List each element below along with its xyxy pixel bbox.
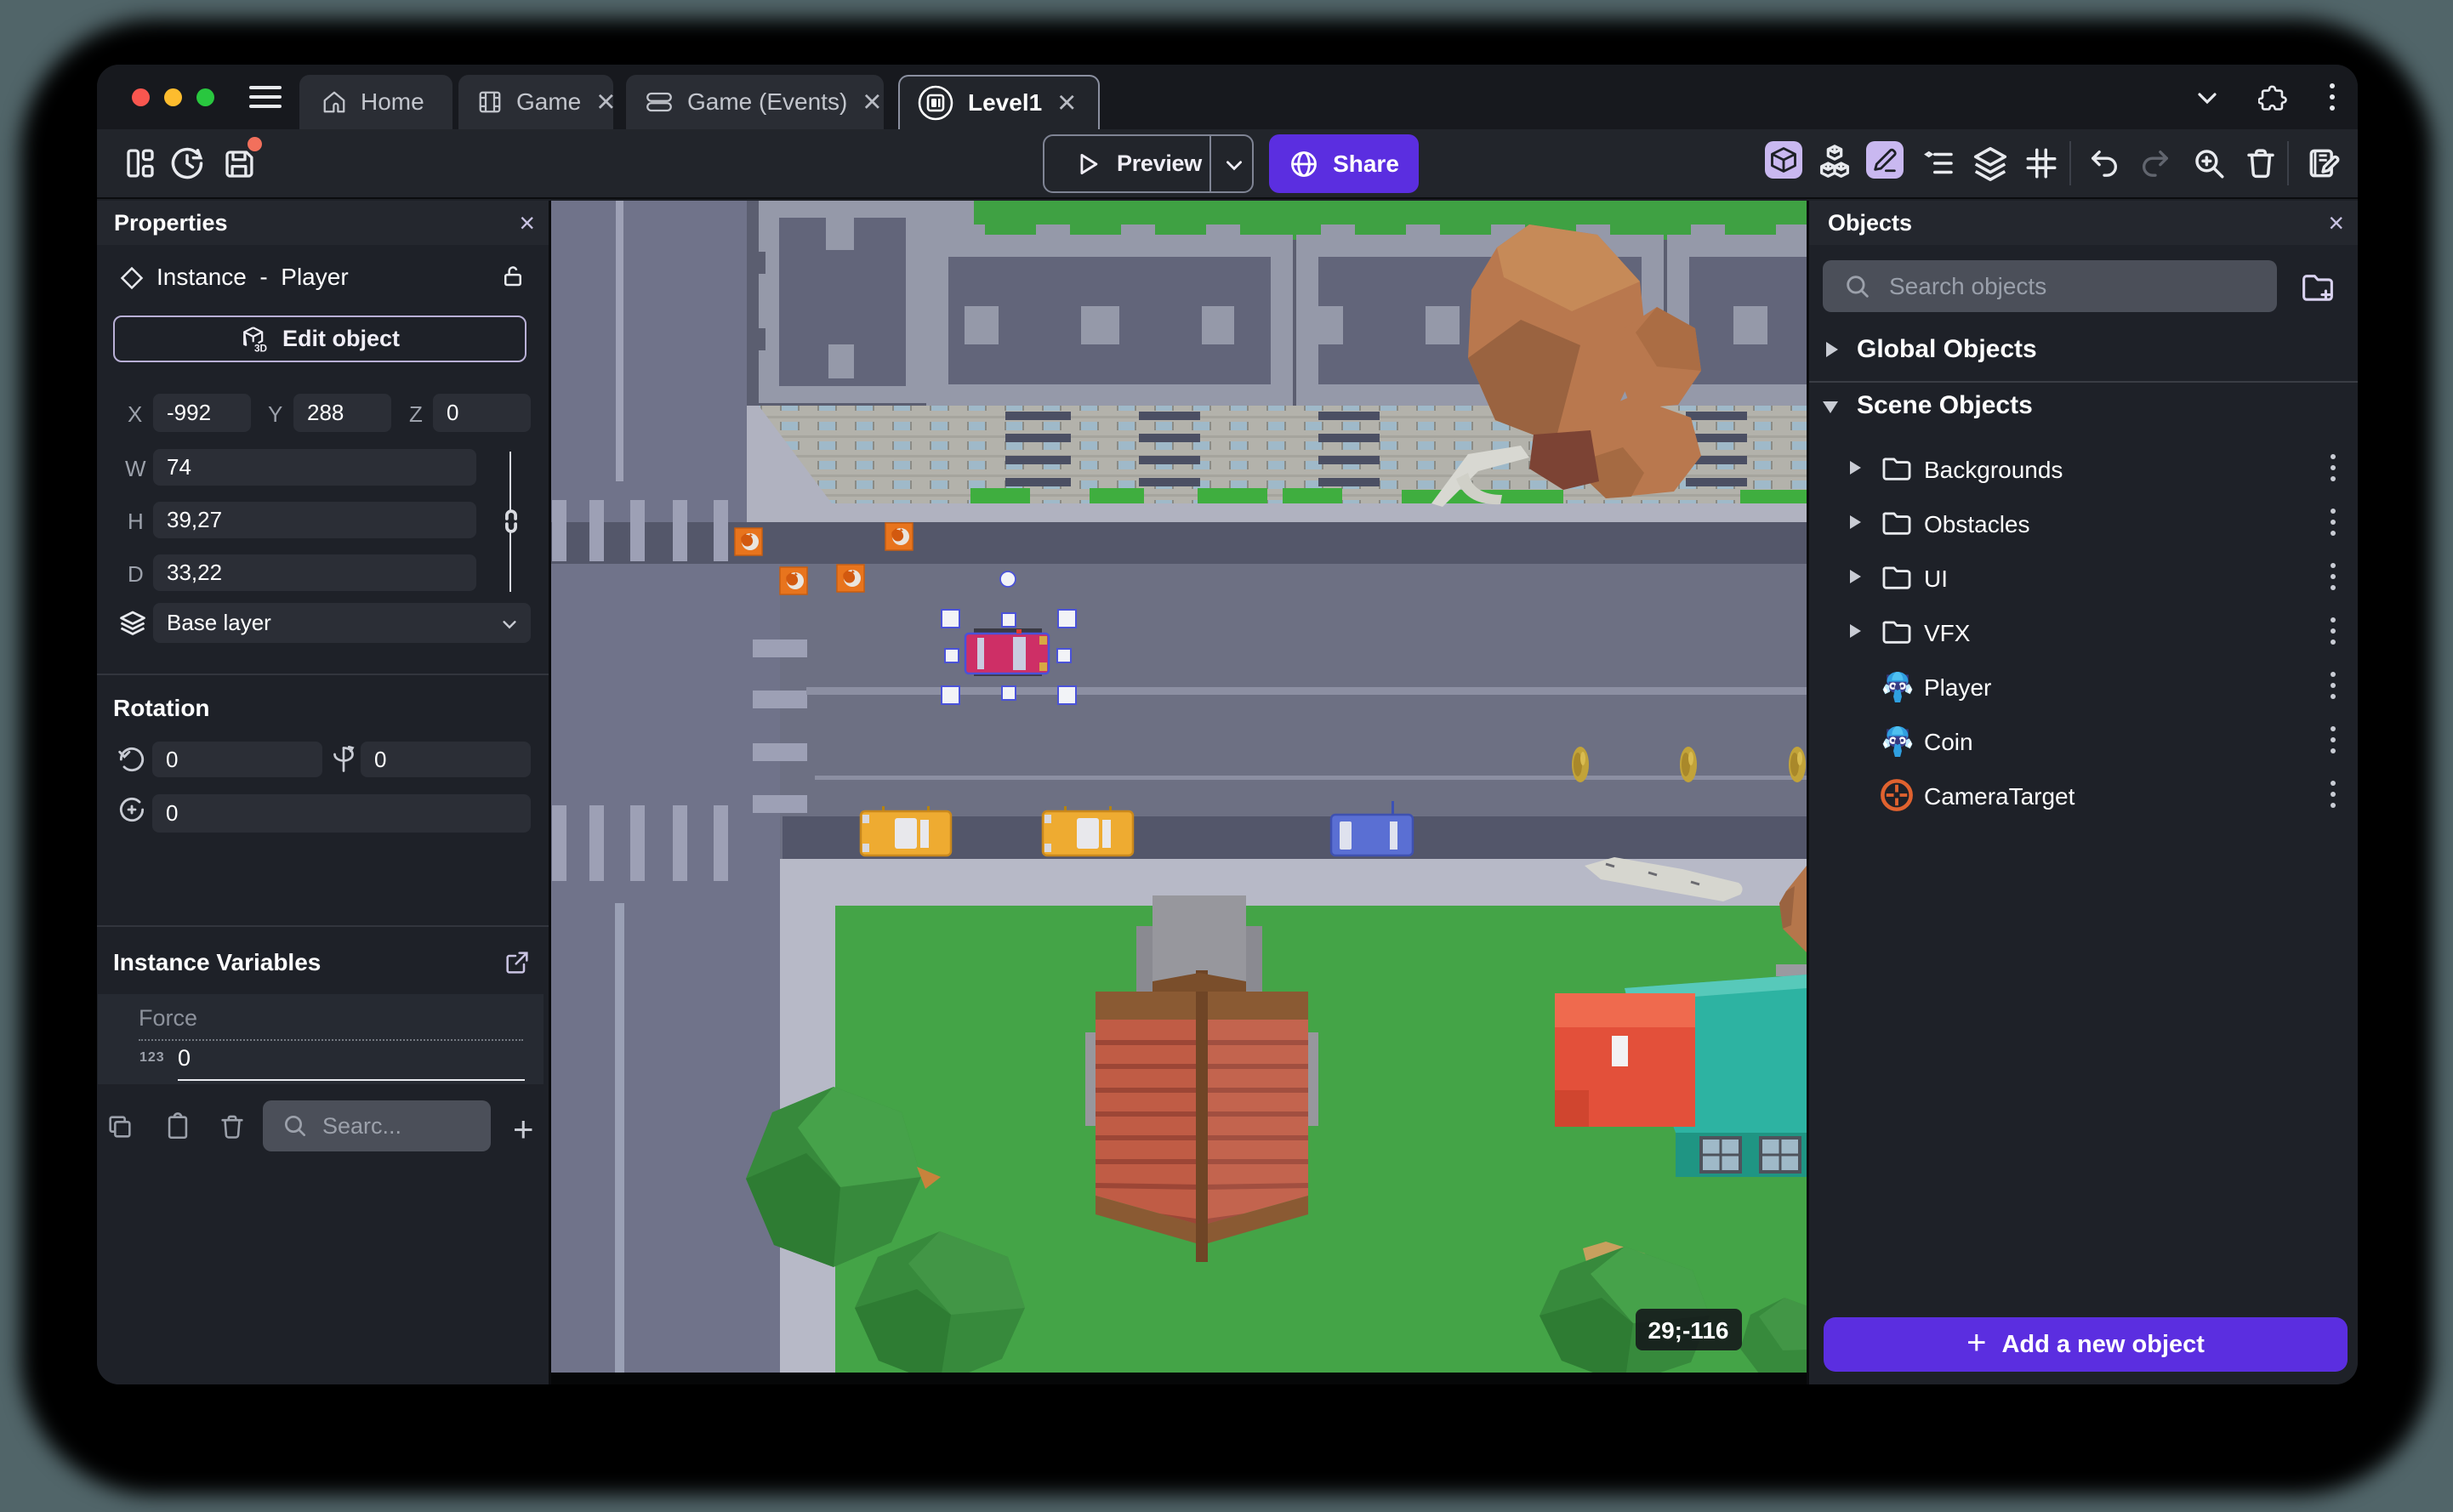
svg-text:3D: 3D xyxy=(254,343,267,354)
svg-text:29;-116: 29;-116 xyxy=(1648,1317,1729,1344)
